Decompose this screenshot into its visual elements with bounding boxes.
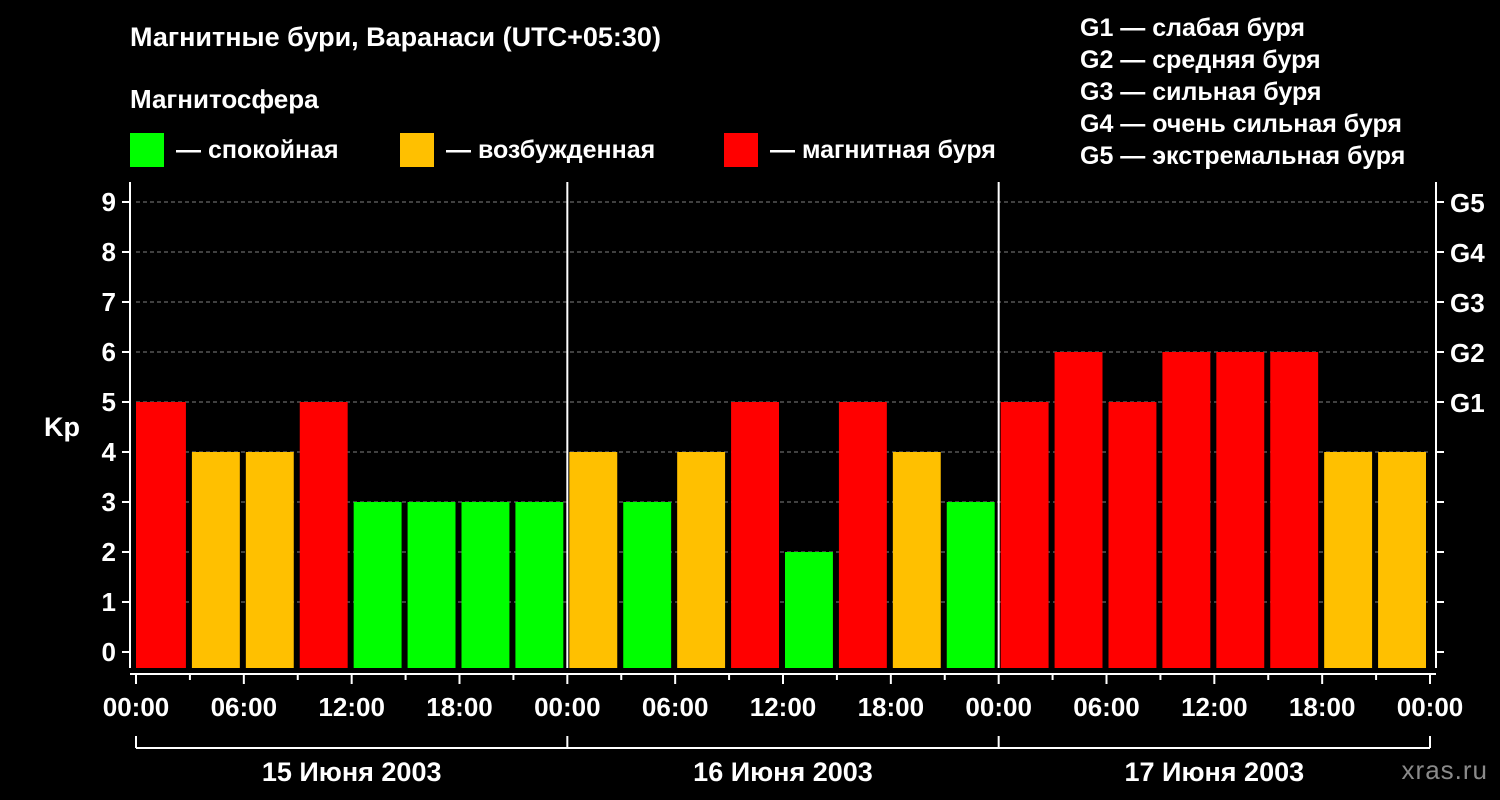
x-tick-label: 18:00 [1289,692,1356,722]
bar [1054,352,1103,668]
bar [1162,352,1211,668]
bars-layer [136,352,1426,668]
bar [1378,452,1426,668]
bar [838,402,887,668]
g-scale-label: G5 [1450,188,1485,218]
x-tick-label: 12:00 [750,692,817,722]
y-tick-label: 0 [102,637,116,667]
bar [677,452,726,668]
bar [1108,402,1157,668]
g-scale-label: G1 [1450,388,1485,418]
y-tick-label: 9 [102,187,116,217]
y-axis-label: Kp [44,412,80,442]
g-scale-label: G3 [1450,288,1485,318]
y-tick-label: 4 [102,437,117,467]
x-tick-label: 00:00 [103,692,170,722]
bar [623,502,672,668]
y-tick-label: 3 [102,487,116,517]
bar [1000,402,1049,668]
bar [569,452,618,668]
bar [1270,352,1319,668]
x-tick-label: 00:00 [534,692,601,722]
x-tick-label: 00:00 [1397,692,1464,722]
bar [299,402,348,668]
y-tick-label: 8 [102,237,116,267]
watermark: xras.ru [1401,755,1488,785]
x-tick-label: 06:00 [211,692,278,722]
x-tick-label: 00:00 [965,692,1032,722]
bar [136,402,186,668]
bar [946,502,995,668]
day-label: 17 Июня 2003 [1125,757,1305,787]
y-tick-label: 1 [102,587,116,617]
y-tick-label: 5 [102,387,116,417]
bar [1216,352,1265,668]
bar [407,502,456,668]
bar [1324,452,1373,668]
bar [191,452,240,668]
x-tick-label: 18:00 [426,692,493,722]
bar [785,552,833,668]
bar [892,452,941,668]
g-scale-label: G4 [1450,238,1485,268]
x-tick-label: 06:00 [642,692,709,722]
bar [461,502,510,668]
y-tick-label: 7 [102,287,116,317]
x-tick-label: 18:00 [858,692,925,722]
x-tick-label: 12:00 [1181,692,1248,722]
bar [353,502,402,668]
day-label: 16 Июня 2003 [693,757,873,787]
bar [515,502,564,668]
g-scale-label: G2 [1450,338,1485,368]
y-tick-label: 2 [102,537,116,567]
kp-chart: 0 1 2 3 4 5 6 7 8 9 G1 G2 G3 G4 G5 00:00 06:00 12:00 18:00… [44,182,1485,787]
x-tick-label: 06:00 [1073,692,1140,722]
day-label: 15 Июня 2003 [262,757,442,787]
x-tick-label: 12:00 [318,692,385,722]
y-tick-label: 6 [102,337,116,367]
bar [245,452,294,668]
bar [731,402,779,668]
